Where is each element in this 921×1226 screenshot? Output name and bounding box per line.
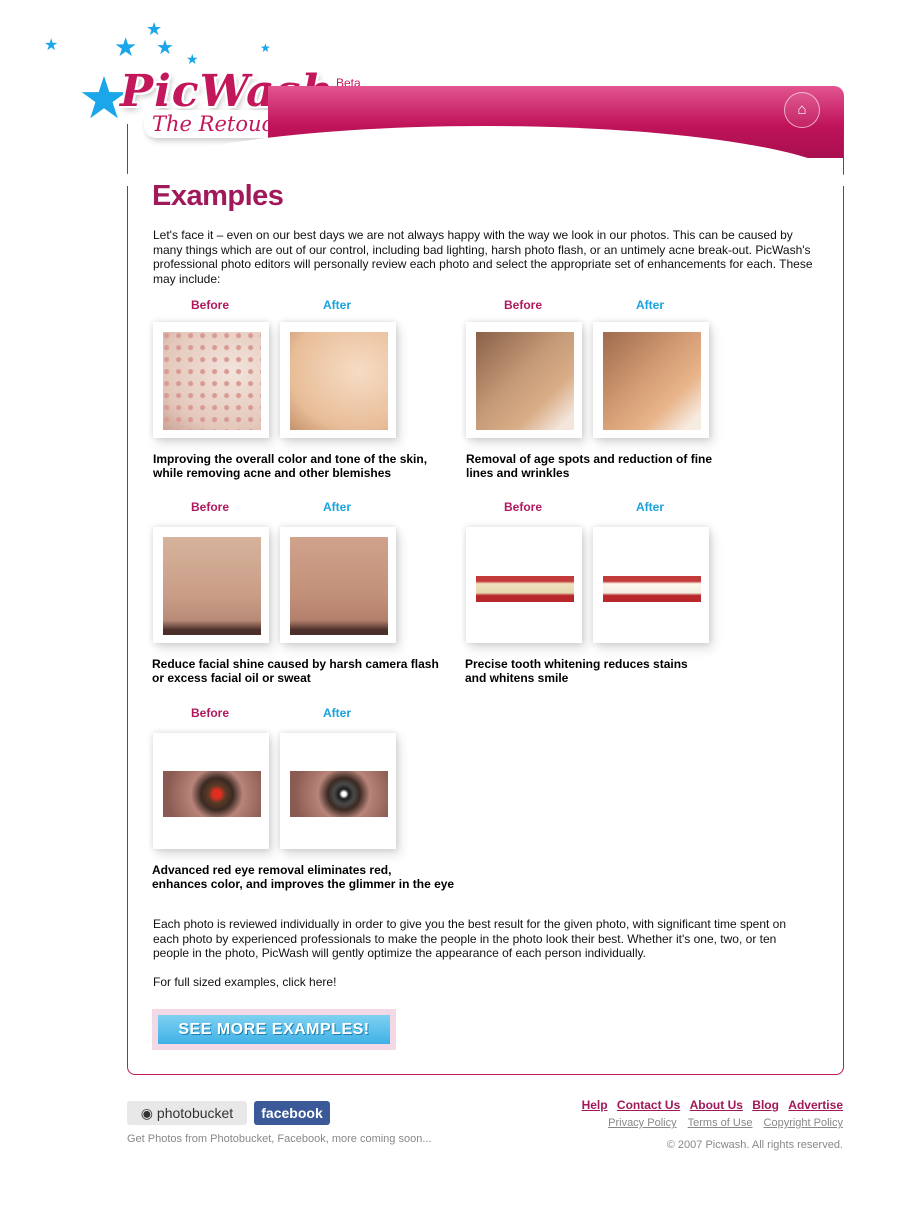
star-icon: ★	[156, 37, 174, 59]
example-caption: Improving the overall color and tone of …	[153, 452, 428, 480]
facebook-button[interactable]: facebook	[254, 1101, 330, 1125]
before-label: Before	[190, 298, 229, 312]
camera-icon: ◉	[140, 1105, 154, 1121]
star-icon: ★	[114, 32, 138, 62]
home-button[interactable]: ⌂	[784, 92, 820, 128]
intro-text: Let's face it – even on our best days we…	[153, 228, 813, 286]
example-caption: Precise tooth whitening reduces stains an…	[465, 657, 688, 685]
before-photo-card	[153, 322, 269, 438]
before-photo-card	[466, 527, 582, 643]
teeth-after-image	[603, 576, 701, 602]
home-icon: ⌂	[797, 101, 807, 118]
star-icon: ★	[260, 41, 271, 55]
wrinkles-after-image	[603, 332, 701, 430]
before-label: Before	[190, 500, 229, 514]
privacy-policy-link[interactable]: Privacy Policy	[608, 1117, 676, 1129]
see-more-examples-button[interactable]: SEE MORE EXAMPLES!	[152, 1009, 396, 1050]
footer-links: Help Contact Us About Us Blog Advertise	[576, 1098, 843, 1112]
wrinkles-before-image	[476, 332, 574, 430]
photo-sources-note: Get Photos from Photobucket, Facebook, m…	[127, 1133, 432, 1145]
after-label: After	[635, 298, 664, 312]
photobucket-button[interactable]: ◉ photobucket	[127, 1101, 247, 1125]
footer-policy-links: Privacy Policy Terms of Use Copyright Po…	[600, 1117, 843, 1129]
terms-of-use-link[interactable]: Terms of Use	[688, 1117, 753, 1129]
shine-after-image	[290, 537, 388, 635]
photobucket-label: photobucket	[156, 1105, 234, 1121]
after-photo-card	[280, 527, 396, 643]
blog-link[interactable]: Blog	[752, 1098, 779, 1112]
acne-before-image	[163, 332, 261, 430]
advertise-link[interactable]: Advertise	[788, 1098, 843, 1112]
copyright-policy-link[interactable]: Copyright Policy	[764, 1117, 843, 1129]
before-photo-card	[153, 527, 269, 643]
before-label: Before	[503, 298, 542, 312]
after-label: After	[322, 298, 351, 312]
outro-text: Each photo is reviewed individually in o…	[153, 917, 787, 960]
after-photo-card	[593, 527, 709, 643]
example-caption: Reduce facial shine caused by harsh came…	[152, 657, 439, 685]
after-label: After	[322, 500, 351, 514]
star-icon: ★	[186, 51, 199, 67]
after-label: After	[322, 706, 351, 720]
help-link[interactable]: Help	[582, 1098, 608, 1112]
after-photo-card	[280, 322, 396, 438]
example-caption: Removal of age spots and reduction of fi…	[466, 452, 713, 480]
full-examples-link[interactable]: For full sized examples, click here!	[153, 975, 813, 990]
page-title: Examples	[152, 180, 284, 212]
after-label: After	[635, 500, 664, 514]
before-label: Before	[190, 706, 229, 720]
after-photo-card	[280, 733, 396, 849]
acne-after-image	[290, 332, 388, 430]
redeye-before-image	[163, 771, 261, 817]
redeye-after-image	[290, 771, 388, 817]
before-label: Before	[503, 500, 542, 514]
about-us-link[interactable]: About Us	[690, 1098, 743, 1112]
star-icon: ★	[44, 37, 59, 54]
teeth-before-image	[476, 576, 574, 602]
shine-before-image	[163, 537, 261, 635]
before-photo-card	[466, 322, 582, 438]
before-photo-card	[153, 733, 269, 849]
after-photo-card	[593, 322, 709, 438]
see-more-label: SEE MORE EXAMPLES!	[158, 1015, 390, 1044]
contact-us-link[interactable]: Contact Us	[617, 1098, 680, 1112]
copyright-text: © 2007 Picwash. All rights reserved.	[666, 1139, 843, 1151]
star-icon: ★	[146, 19, 163, 39]
example-caption: Advanced red eye removal eliminates red,…	[152, 863, 455, 891]
